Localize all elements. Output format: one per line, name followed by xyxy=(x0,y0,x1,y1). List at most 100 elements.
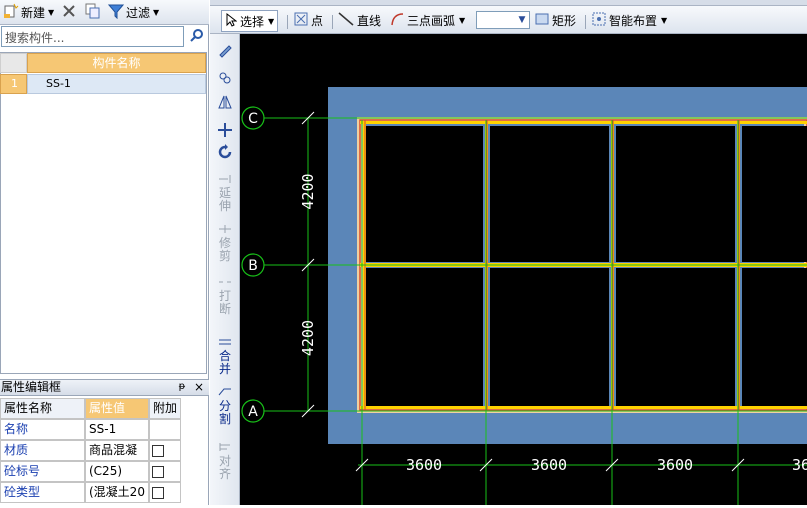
list-row-index[interactable]: 1 xyxy=(0,74,27,94)
align-label: 对齐 xyxy=(218,454,231,481)
dimension-text: 36 xyxy=(792,456,807,474)
cad-drawing: C B A 4200 4200 3600 3600 3600 36 xyxy=(241,87,807,505)
slab-cell xyxy=(742,268,807,406)
property-value-name[interactable]: SS-1 xyxy=(85,419,149,440)
smart-layout-icon xyxy=(592,12,606,29)
move-icon[interactable] xyxy=(210,122,240,141)
property-value-material[interactable]: 商品混凝 xyxy=(85,440,149,461)
new-button[interactable]: 新建 ▼ xyxy=(3,2,54,22)
trim-tool[interactable]: 修剪 xyxy=(210,224,240,263)
material-checkbox[interactable] xyxy=(152,445,164,457)
pin-icon[interactable]: ᵽ xyxy=(176,381,188,393)
line-icon xyxy=(338,11,354,29)
property-value-grade[interactable]: (C25) xyxy=(85,461,149,482)
split-label: 分割 xyxy=(218,399,231,426)
split-icon xyxy=(218,386,232,400)
drawing-canvas[interactable]: C B A 4200 4200 3600 3600 3600 36 xyxy=(240,34,807,505)
filter-button[interactable]: 过滤 ▼ xyxy=(107,2,160,22)
chevron-down-icon: ▼ xyxy=(268,16,275,26)
edit-tool-strip: 延伸 修剪 打断 合并 分割 对齐 xyxy=(210,34,240,505)
property-name-grade: 砼标号 xyxy=(0,461,85,482)
rect-button[interactable]: 矩形 xyxy=(535,10,576,30)
slab-cell xyxy=(616,126,735,262)
drawing-toolbar: 选择 ▼ 点 直线 三点画弧 ▼ ▼ 矩形 智能布置 ▼ xyxy=(210,6,807,34)
extend-label: 延伸 xyxy=(218,186,231,213)
delete-icon xyxy=(62,4,76,21)
select-label: 选择 xyxy=(240,14,265,29)
extend-icon xyxy=(218,173,232,187)
rotate-icon[interactable] xyxy=(210,144,240,163)
list-item[interactable]: SS-1 xyxy=(27,74,206,94)
line-button[interactable]: 直线 xyxy=(338,10,381,30)
toolbar-divider xyxy=(585,15,586,29)
trim-icon xyxy=(218,223,232,237)
concrete-type-checkbox[interactable] xyxy=(152,487,164,499)
pen-icon[interactable] xyxy=(210,42,240,61)
toolbar-divider xyxy=(332,15,333,29)
component-list xyxy=(0,52,207,374)
extend-tool[interactable]: 延伸 xyxy=(210,174,240,213)
component-toolbar: 新建 ▼ 过滤 ▼ xyxy=(0,0,209,25)
property-name-concrete-type: 砼类型 xyxy=(0,482,85,503)
search-icon xyxy=(189,28,204,45)
dimension-text: 4200 xyxy=(299,320,317,356)
slab-cell xyxy=(616,268,735,406)
arc-icon xyxy=(390,12,404,29)
point-icon xyxy=(294,12,308,29)
point-button[interactable]: 点 xyxy=(294,10,323,30)
grade-checkbox[interactable] xyxy=(152,466,164,478)
line-type-combo[interactable]: ▼ xyxy=(476,11,530,29)
filter-label: 过滤 xyxy=(126,5,151,20)
break-label: 打断 xyxy=(218,289,231,316)
search-input[interactable]: 搜索构件... xyxy=(1,26,184,47)
copy-shape-icon[interactable] xyxy=(210,70,240,89)
property-col-name: 属性名称 xyxy=(0,398,85,419)
chevron-down-icon: ▼ xyxy=(661,15,668,25)
axis-label: C xyxy=(248,111,258,127)
property-extra-name xyxy=(149,419,181,440)
dimension-text: 4200 xyxy=(299,173,317,209)
slab-cell xyxy=(742,126,807,262)
search-button[interactable] xyxy=(186,26,207,47)
chevron-down-icon: ▼ xyxy=(153,7,160,17)
slab-cell xyxy=(366,268,483,406)
align-icon xyxy=(218,441,232,455)
chevron-down-icon: ▼ xyxy=(48,7,55,17)
list-header-name[interactable]: 构件名称 xyxy=(27,53,206,73)
list-header-index xyxy=(0,53,27,73)
copy-button[interactable] xyxy=(85,2,101,22)
mirror-icon[interactable] xyxy=(210,94,240,113)
filter-icon xyxy=(107,3,125,22)
arc-label: 三点画弧 xyxy=(407,13,456,28)
align-tool[interactable]: 对齐 xyxy=(210,442,240,481)
dimension-text: 3600 xyxy=(406,456,442,474)
slab-cell xyxy=(366,126,483,262)
select-button[interactable]: 选择 ▼ xyxy=(221,10,279,32)
rect-icon xyxy=(535,13,549,28)
property-name-material: 材质 xyxy=(0,440,85,461)
close-icon[interactable]: × xyxy=(193,380,205,394)
property-value-concrete-type[interactable]: (混凝土20 xyxy=(85,482,149,503)
chevron-down-icon: ▼ xyxy=(518,15,526,25)
property-col-value: 属性值 xyxy=(85,398,149,419)
smart-layout-button[interactable]: 智能布置 ▼ xyxy=(592,10,667,30)
copy-icon xyxy=(85,3,101,22)
break-tool[interactable]: 打断 xyxy=(210,277,240,316)
split-tool[interactable]: 分割 xyxy=(210,387,240,426)
trim-label: 修剪 xyxy=(218,236,231,263)
dimension-text: 3600 xyxy=(657,456,693,474)
line-label: 直线 xyxy=(357,13,382,28)
merge-icon xyxy=(218,336,232,350)
axis-label: A xyxy=(248,404,258,420)
arc-button[interactable]: 三点画弧 ▼ xyxy=(390,10,465,30)
smart-layout-label: 智能布置 xyxy=(609,13,658,28)
break-icon xyxy=(218,276,232,290)
delete-button[interactable] xyxy=(62,2,76,22)
slab-cell xyxy=(490,268,609,406)
point-label: 点 xyxy=(311,13,324,28)
axis-label: B xyxy=(248,258,258,274)
dimension-text: 3600 xyxy=(531,456,567,474)
merge-tool[interactable]: 合并 xyxy=(210,337,240,376)
toolbar-divider xyxy=(287,15,288,29)
new-label: 新建 xyxy=(21,5,46,20)
